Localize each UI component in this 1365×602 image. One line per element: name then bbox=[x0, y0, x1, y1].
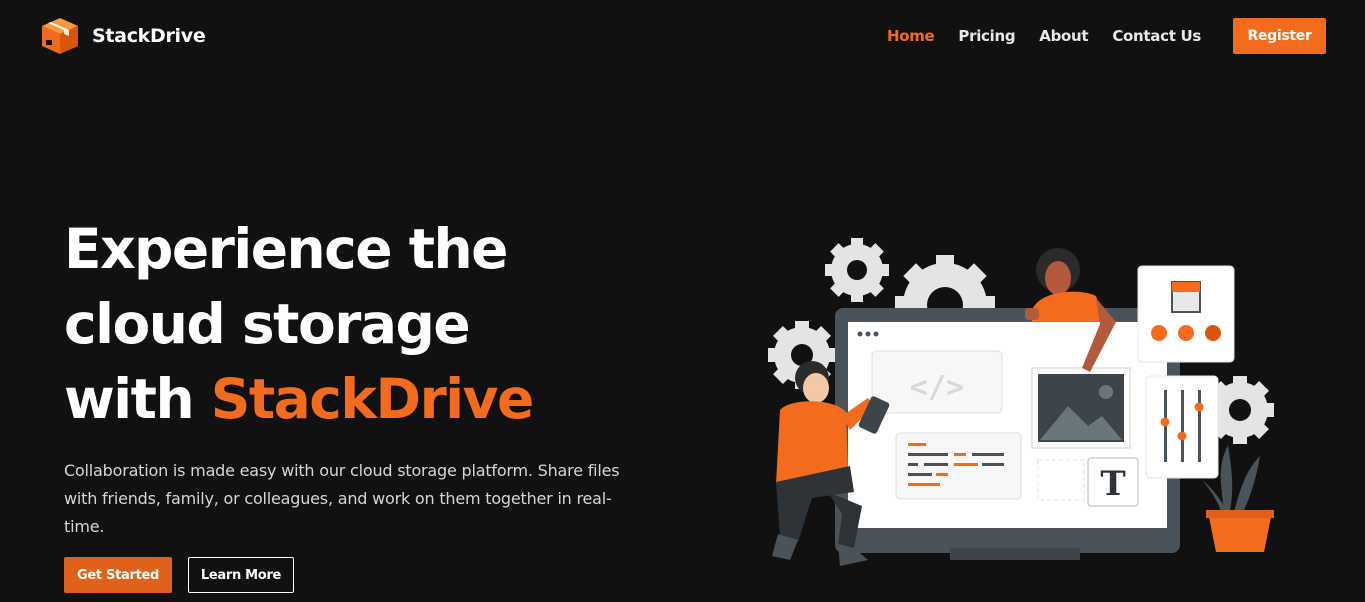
main-menu: Home Pricing About Contact Us Register bbox=[887, 18, 1326, 54]
box-logo-icon bbox=[42, 18, 78, 54]
hero-title: Experience the cloud storage with StackD… bbox=[64, 212, 704, 437]
hero-description: Collaboration is made easy with our clou… bbox=[64, 461, 620, 536]
get-started-button[interactable]: Get Started bbox=[64, 557, 172, 593]
nav-contact[interactable]: Contact Us bbox=[1112, 27, 1201, 45]
code-window-label: </> bbox=[910, 370, 964, 405]
cloud-collaboration-illustration: </> T bbox=[768, 238, 1274, 566]
hero-actions: Get Started Learn More bbox=[64, 557, 294, 593]
nav-home[interactable]: Home bbox=[887, 27, 935, 45]
brand-logo[interactable]: StackDrive bbox=[40, 16, 206, 56]
brand-name: StackDrive bbox=[92, 25, 206, 47]
gear-icon bbox=[825, 238, 889, 302]
nav-pricing[interactable]: Pricing bbox=[958, 27, 1015, 45]
nav-about[interactable]: About bbox=[1039, 27, 1088, 45]
hero-title-prefix: with bbox=[64, 367, 211, 431]
hero-section: Experience the cloud storage with StackD… bbox=[64, 212, 704, 541]
text-tool-label: T bbox=[1100, 464, 1125, 504]
learn-more-button[interactable]: Learn More bbox=[188, 557, 294, 593]
hero-title-line2: cloud storage bbox=[64, 292, 471, 356]
top-navbar: StackDrive Home Pricing About Contact Us… bbox=[0, 0, 1365, 72]
hero-title-accent: StackDrive bbox=[210, 367, 534, 431]
hero-title-line1: Experience the bbox=[64, 217, 508, 281]
register-button[interactable]: Register bbox=[1233, 18, 1326, 54]
